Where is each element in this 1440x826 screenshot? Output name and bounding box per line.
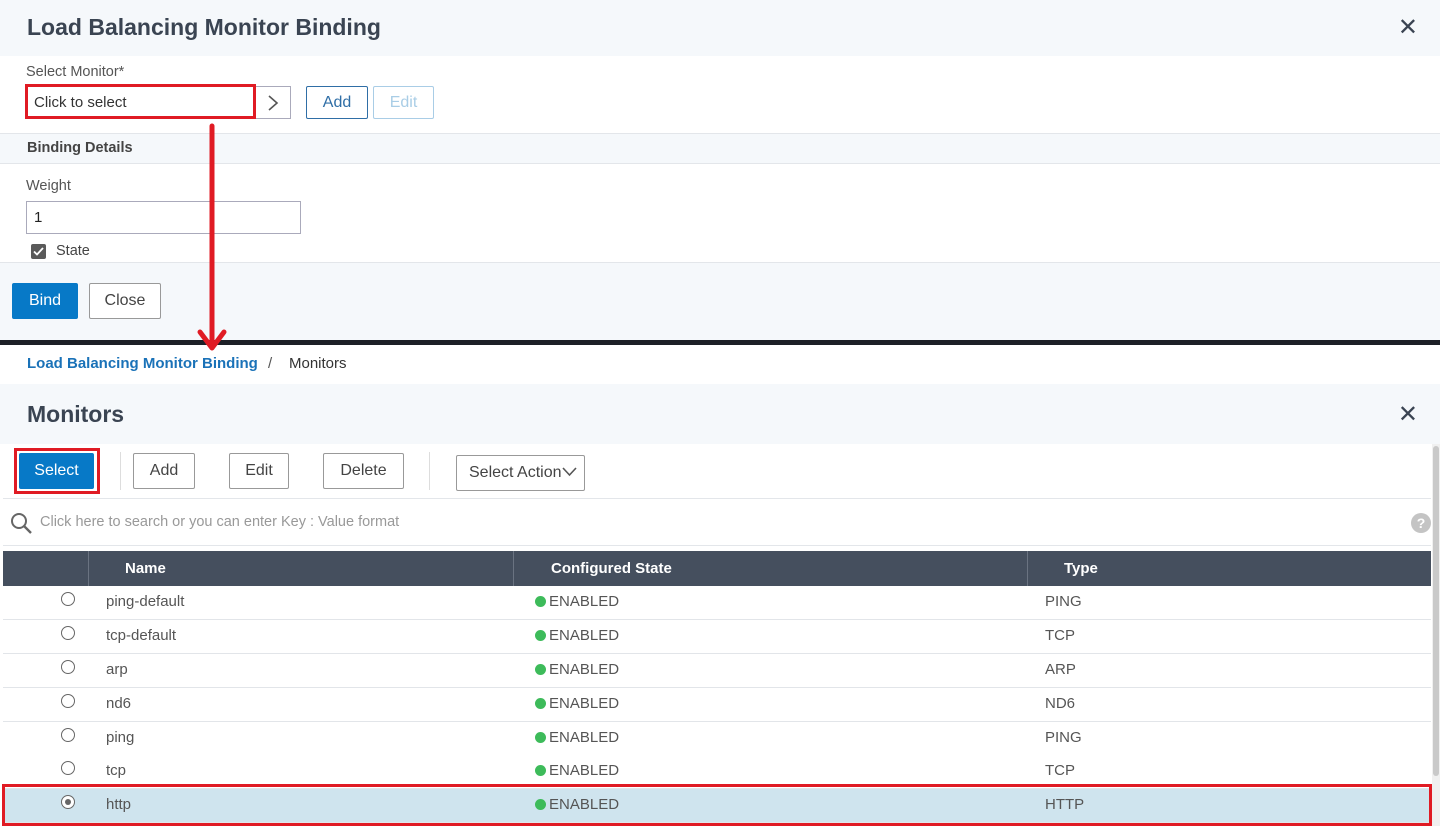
select-action-label: Select Action [469,464,562,481]
column-header-type[interactable]: Type [1064,551,1098,586]
row-state: ENABLED [535,695,619,712]
select-monitor-arrow-button[interactable] [255,86,291,119]
row-state: ENABLED [535,661,619,678]
delete-button[interactable]: Delete [323,453,404,489]
row-radio[interactable] [61,626,75,640]
select-button[interactable]: Select [19,453,94,489]
toolbar-divider [429,452,430,490]
row-state: ENABLED [535,593,619,610]
table-row[interactable]: tcp ENABLED TCP [3,755,1431,789]
close-button[interactable]: Close [89,283,161,319]
table-row[interactable]: arp ENABLED ARP [3,654,1431,688]
row-state: ENABLED [535,627,619,644]
status-dot-icon [535,596,546,607]
row-radio[interactable] [61,694,75,708]
scrollbar-thumb[interactable] [1433,446,1439,776]
toolbar-divider [120,452,121,490]
binding-details-label: Binding Details [27,140,133,156]
weight-input[interactable] [26,201,301,234]
row-state: ENABLED [535,729,619,746]
state-label: State [56,243,90,259]
row-type: HTTP [1045,796,1085,813]
breadcrumb-current: Monitors [289,355,347,372]
table-row[interactable]: ping-default ENABLED PING [3,586,1431,620]
search-bar[interactable]: Click here to search or you can enter Ke… [3,498,1431,546]
status-dot-icon [535,732,546,743]
row-name: ping-default [106,593,185,610]
row-type: PING [1045,729,1082,746]
weight-label: Weight [26,178,71,194]
breadcrumb-parent-link[interactable]: Load Balancing Monitor Binding [27,355,258,372]
add-button[interactable]: Add [133,453,195,489]
row-radio[interactable] [61,592,75,606]
state-checkbox[interactable] [31,244,46,259]
row-state: ENABLED [535,796,619,813]
edit-button[interactable]: Edit [229,453,289,489]
close-icon[interactable]: ✕ [1398,16,1418,40]
row-name: ping [106,729,135,746]
select-monitor-input[interactable]: Click to select [26,86,256,119]
row-name: http [106,796,132,813]
column-separator [88,551,89,586]
edit-monitor-button[interactable]: Edit [373,86,434,119]
table-row[interactable]: tcp-default ENABLED TCP [3,620,1431,654]
table-row[interactable]: ping ENABLED PING [3,722,1431,756]
row-type: ND6 [1045,695,1076,712]
column-header-configured-state[interactable]: Configured State [551,551,672,586]
row-type: TCP [1045,762,1075,779]
row-name: arp [106,661,128,678]
monitors-table-header: Name Configured State Type [3,551,1431,586]
add-monitor-button[interactable]: Add [306,86,368,119]
search-input[interactable]: Click here to search or you can enter Ke… [40,514,399,530]
monitors-dialog-header: Monitors ✕ [0,384,1440,444]
chevron-down-icon [562,467,577,477]
row-radio[interactable] [61,660,75,674]
row-radio[interactable] [61,795,75,809]
row-type: TCP [1045,627,1075,644]
row-name: tcp [106,762,127,779]
help-icon[interactable]: ? [1411,513,1431,533]
row-radio[interactable] [61,728,75,742]
column-separator [1027,551,1028,586]
column-header-name[interactable]: Name [125,551,166,586]
row-name: nd6 [106,695,132,712]
monitors-dialog-title: Monitors [27,401,125,427]
binding-dialog-title: Load Balancing Monitor Binding [27,14,381,40]
monitors-toolbar [0,444,1440,498]
column-separator [513,551,514,586]
checkmark-icon [33,247,44,256]
select-monitor-label: Select Monitor* [26,64,125,80]
search-icon [11,513,32,534]
status-dot-icon [535,630,546,641]
select-action-dropdown[interactable]: Select Action [456,455,585,491]
status-dot-icon [535,698,546,709]
row-type: PING [1045,593,1082,610]
status-dot-icon [535,765,546,776]
binding-dialog-header: Load Balancing Monitor Binding ✕ [0,0,1440,56]
row-radio[interactable] [61,761,75,775]
row-state: ENABLED [535,762,619,779]
chevron-right-icon [267,94,278,111]
row-type: ARP [1045,661,1076,678]
table-row[interactable]: nd6 ENABLED ND6 [3,688,1431,722]
close-icon[interactable]: ✕ [1398,403,1418,427]
arrow-down-icon [197,123,227,351]
scrollbar-track[interactable] [1432,444,1440,826]
status-dot-icon [535,799,546,810]
breadcrumb-separator: / [268,355,273,372]
row-name: tcp-default [106,627,177,644]
bind-button[interactable]: Bind [12,283,78,319]
status-dot-icon [535,664,546,675]
table-row-selected[interactable]: http ENABLED HTTP [3,789,1431,823]
